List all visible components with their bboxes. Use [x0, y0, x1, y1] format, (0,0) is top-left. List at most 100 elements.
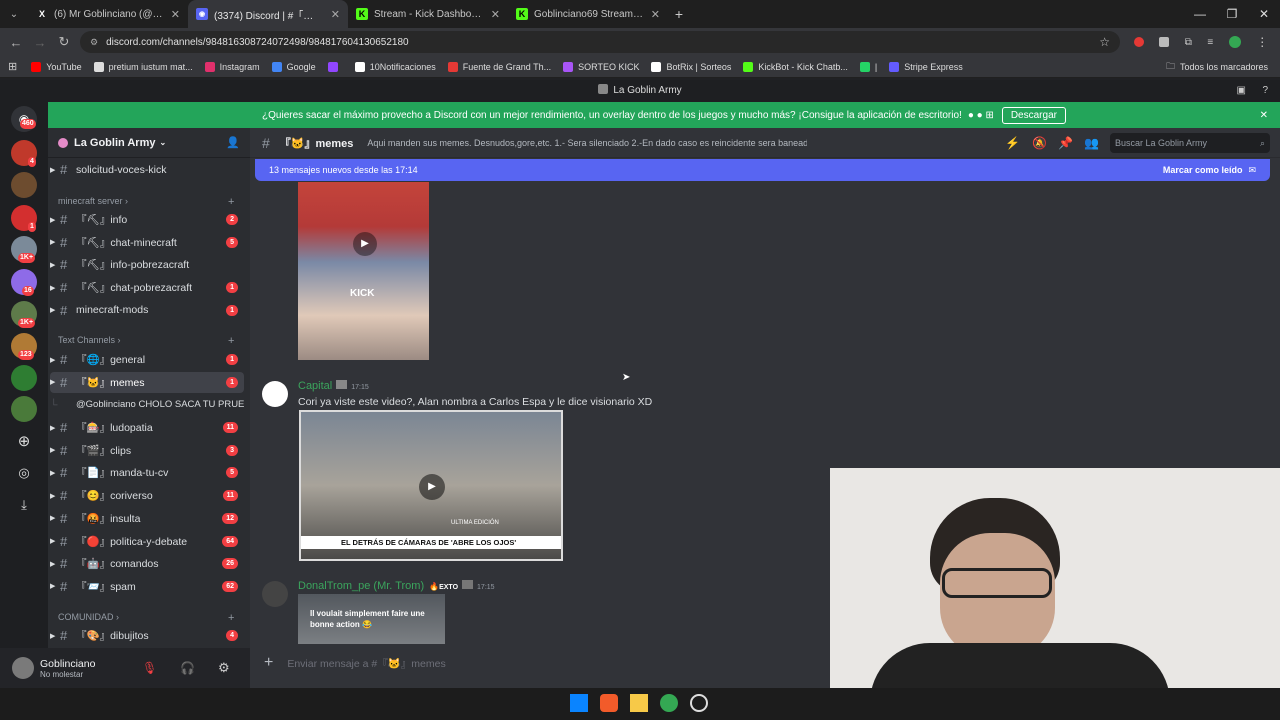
add-member-icon[interactable]: 👤 — [226, 136, 240, 149]
channel-item[interactable]: ▶ # solicitud-voces-kick — [50, 159, 244, 180]
site-info-icon[interactable]: ⚙ — [90, 37, 98, 48]
channel-item[interactable]: ▶ # 『🐱』memes 1 — [50, 371, 244, 393]
threads-icon[interactable]: ⚡ — [1005, 136, 1020, 150]
bookmark-item[interactable]: SORTEO KICK — [563, 61, 639, 72]
server-icon[interactable] — [11, 172, 37, 198]
menu-icon[interactable]: ⋮ — [1256, 35, 1268, 49]
channel-item[interactable]: ▶ # 『🎨』dibujitos 4 — [50, 625, 244, 646]
category-header[interactable]: COMUNIDAD › + — [58, 612, 234, 624]
notification-icon[interactable]: 🔕 — [1032, 136, 1047, 150]
tab-search-button[interactable]: ⌄ — [0, 9, 28, 20]
members-icon[interactable]: 👥 — [1084, 136, 1099, 150]
add-channel-icon[interactable]: + — [228, 612, 234, 624]
bookmark-item[interactable]: KickBot - Kick Chatb... — [743, 61, 848, 72]
channel-item[interactable]: ▶ # 『🤖』comandos 26 — [50, 553, 244, 574]
add-channel-icon[interactable]: + — [228, 196, 234, 208]
profile-avatar[interactable] — [1228, 36, 1241, 48]
message-composer[interactable]: + Enviar mensaje a #『🐱』memes — [264, 648, 824, 678]
url-field[interactable]: ⚙ discord.com/channels/98481630872407249… — [80, 31, 1120, 53]
channel-item[interactable]: ▶ # minecraft-mods 1 — [50, 300, 244, 321]
close-icon[interactable]: ✕ — [1260, 110, 1268, 121]
search-input[interactable]: Buscar La Goblin Army ⌕ — [1110, 133, 1270, 153]
help-icon[interactable]: ? — [1262, 80, 1268, 102]
close-icon[interactable]: ✕ — [331, 8, 340, 21]
headphones-icon[interactable]: 🎧 — [180, 661, 195, 675]
category-header[interactable]: minecraft server › + — [58, 196, 234, 208]
avatar[interactable] — [262, 381, 288, 407]
back-icon[interactable]: ← — [4, 35, 28, 50]
puzzle-icon[interactable]: ⧉ — [1185, 37, 1192, 48]
app-icon[interactable] — [690, 694, 708, 712]
message-author[interactable]: DonalTrom_pe (Mr. Trom) — [298, 580, 424, 592]
server-icon[interactable] — [11, 396, 37, 422]
bookmark-item[interactable]: Instagram — [204, 61, 260, 72]
new-tab-button[interactable]: + — [668, 6, 690, 22]
download-icon[interactable]: ⤓ — [11, 492, 37, 518]
bookmark-item[interactable]: Fuente de Grand Th... — [447, 61, 551, 72]
close-icon[interactable]: ✕ — [491, 8, 500, 21]
download-button[interactable]: Descargar — [1001, 106, 1066, 124]
video-embed[interactable]: ULTIMA EDICIÓN ▶ EL DETRÁS DE CÁMARAS DE… — [299, 410, 563, 561]
channel-item[interactable]: ▶ # 『📨』spam 62 — [50, 576, 244, 597]
avatar[interactable] — [12, 657, 34, 679]
reading-list-icon[interactable]: ≡ — [1207, 37, 1213, 48]
add-server-icon[interactable]: ⊕ — [11, 428, 37, 454]
explore-icon[interactable]: ◎ — [11, 460, 37, 486]
channel-item[interactable]: ▶ # 『⛏』info 2 — [50, 209, 244, 230]
thread-item[interactable]: └ @Goblinciano CHOLO SACA TU PRUE... — [50, 394, 244, 415]
video-embed[interactable]: ▶ KICK — [298, 182, 429, 360]
bookmark-star-icon[interactable]: ☆ — [1099, 35, 1110, 49]
brave-icon[interactable] — [600, 694, 618, 712]
channel-item[interactable]: ▶ # 『🎰』ludopatia 11 — [50, 417, 244, 438]
channel-item[interactable]: ▶ # 『⛏』chat-minecraft 5 — [50, 232, 244, 253]
chrome-icon[interactable] — [660, 694, 678, 712]
server-icon[interactable] — [11, 365, 37, 391]
close-icon[interactable]: ✕ — [651, 8, 660, 21]
inbox-icon[interactable]: ▣ — [1237, 80, 1246, 102]
mute-icon[interactable]: 🎙 — [142, 661, 157, 675]
reload-icon[interactable]: ↻ — [52, 34, 76, 50]
bookmark-item[interactable]: pretium iustum mat... — [93, 61, 193, 72]
apps-icon[interactable]: ⊞ — [8, 60, 17, 73]
extension-icon[interactable] — [1133, 37, 1144, 47]
bookmark-item[interactable]: Google — [271, 61, 316, 72]
channel-item[interactable]: ▶ # 『⛏』info-pobrezacraft — [50, 254, 244, 275]
avatar[interactable] — [262, 581, 288, 607]
channel-item[interactable]: ▶ # 『🎬』clips 3 — [50, 440, 244, 461]
channel-item[interactable]: ▶ # 『😊』coriverso 11 — [50, 485, 244, 506]
bookmark-item[interactable]: YouTube — [31, 61, 82, 72]
close-window-button[interactable]: ✕ — [1248, 7, 1280, 21]
windows-start-icon[interactable] — [570, 694, 588, 712]
channel-item[interactable]: ▶ # 『🌐』general 1 — [50, 349, 244, 370]
close-icon[interactable]: ✕ — [171, 8, 180, 21]
message-author[interactable]: Capital — [298, 380, 332, 392]
bookmark-item[interactable]: Stripe Express — [889, 61, 963, 72]
play-button[interactable]: ▶ — [353, 232, 377, 256]
extension-icon[interactable] — [1159, 37, 1170, 47]
pin-icon[interactable]: 📌 — [1058, 136, 1073, 150]
restore-button[interactable]: ❐ — [1216, 7, 1248, 21]
bookmark-item[interactable]: 10Notificaciones — [354, 61, 436, 72]
tab-kick-dashboard[interactable]: K Stream - Kick Dashboard ✕ — [348, 0, 508, 28]
channel-item[interactable]: ▶ # 『🤬』insulta 12 — [50, 508, 244, 529]
add-channel-icon[interactable]: + — [228, 335, 234, 347]
all-bookmarks-folder[interactable]: 🗀 Todos los marcadores — [1166, 59, 1268, 75]
play-button[interactable]: ▶ — [419, 474, 445, 500]
bookmark-item[interactable] — [327, 61, 343, 72]
folder-icon[interactable] — [630, 694, 648, 712]
minimize-button[interactable]: — — [1184, 7, 1216, 21]
image-embed[interactable]: Il voulait simplement faire une bonne ac… — [298, 594, 445, 644]
tab-kick-stream[interactable]: KGoblinciano69 Stream - Watch ...✕ — [508, 0, 668, 28]
mark-read-button[interactable]: Marcar como leído — [1163, 165, 1243, 175]
channel-item[interactable]: ▶ # 『⛏』chat-pobrezacraft 1 — [50, 277, 244, 298]
channel-item[interactable]: ▶ # 『📄』manda-tu-cv 5 — [50, 462, 244, 483]
bookmark-item[interactable]: BotRix | Sorteos — [651, 61, 731, 72]
channel-item[interactable]: ▶ # 『🔴』politica-y-debate 64 — [50, 531, 244, 552]
category-header[interactable]: Text Channels › + — [58, 335, 234, 347]
add-attachment-icon[interactable]: + — [264, 654, 273, 672]
forward-icon[interactable]: → — [28, 35, 52, 50]
tab-discord[interactable]: ◉(3374) Discord | #「🐱」memes |✕ — [188, 0, 348, 28]
new-messages-bar[interactable]: 13 mensajes nuevos desde las 17:14 Marca… — [255, 159, 1270, 181]
tab-twitter[interactable]: X(6) Mr Goblinciano (@MGoblinc...✕ — [28, 0, 188, 28]
bookmark-item[interactable]: | — [859, 61, 877, 72]
